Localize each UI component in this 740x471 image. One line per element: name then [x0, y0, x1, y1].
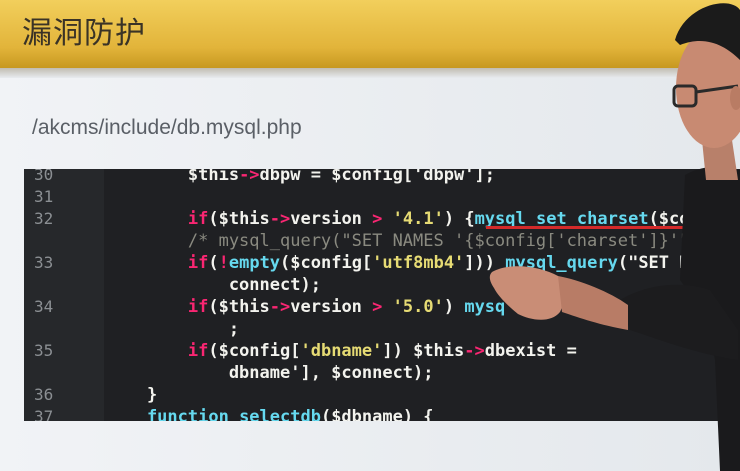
- code-line: 33 if(!empty($config['utf8mb4'])) mysql_…: [24, 253, 740, 275]
- code-token: ->: [269, 209, 291, 229]
- code-text: $this->dbpw = $config['dbpw'];: [106, 169, 495, 185]
- code-token: ]) $this: [382, 341, 465, 361]
- code-token: function: [106, 407, 240, 421]
- code-line: ;: [24, 319, 740, 341]
- code-token: connect);: [106, 275, 321, 295]
- code-line: 30 $this->dbpw = $config['dbpw'];: [24, 169, 740, 187]
- code-token: >: [372, 297, 383, 317]
- code-token: dbpw = $config['dbpw'];: [259, 169, 495, 185]
- line-number: 36: [34, 385, 54, 404]
- code-token: ->: [239, 169, 260, 185]
- code-text: }: [106, 385, 157, 405]
- code-text: function selectdb($dbname) {: [106, 407, 434, 421]
- line-number: 34: [34, 297, 54, 316]
- code-token: version: [290, 209, 373, 229]
- code-token: ])): [464, 253, 506, 273]
- code-line: dbname'], $connect);: [24, 363, 740, 385]
- code-token: ): [443, 297, 465, 317]
- code-token: selectdb: [239, 407, 321, 421]
- line-number: 35: [34, 341, 54, 360]
- code-token: $this: [106, 169, 240, 185]
- code-token: mysq: [464, 297, 506, 317]
- code-token: /* mysql_query("SET NAMES '{$config['cha…: [106, 231, 710, 251]
- slide-header: 漏洞防护: [0, 0, 740, 68]
- code-token: if: [106, 253, 209, 273]
- code-screenshot: 30 $this->dbpw = $config['dbpw']; 31 32 if…: [24, 169, 740, 421]
- slide-title: 漏洞防护: [22, 16, 146, 51]
- code-token: empty: [228, 253, 281, 273]
- line-number: 31: [34, 187, 54, 206]
- code-token: if: [106, 341, 209, 361]
- line-number: 32: [34, 209, 54, 228]
- code-token: ($config[: [280, 253, 373, 273]
- code-token: '5.0': [392, 297, 444, 317]
- code-token: !: [218, 253, 229, 273]
- code-token: 'utf8mb4': [372, 253, 465, 273]
- code-token: ($this: [208, 209, 270, 229]
- code-text: ;: [106, 319, 239, 339]
- code-line: /* mysql_query("SET NAMES '{$config['cha…: [24, 231, 740, 253]
- code-line: 37 function selectdb($dbname) {: [24, 407, 740, 421]
- code-token: ;: [106, 319, 240, 339]
- code-token: 'dbname': [300, 341, 383, 361]
- code-line: 36 }: [24, 385, 740, 407]
- code-token: ->: [269, 297, 291, 317]
- code-token: }: [106, 385, 158, 405]
- code-text: /* mysql_query("SET NAMES '{$config['cha…: [106, 231, 710, 251]
- highlight-underline: [486, 226, 740, 229]
- code-token: if: [106, 209, 209, 229]
- code-line: 35 if($config['dbname']) $this->dbexist …: [24, 341, 740, 363]
- code-token: ($dbname) {: [320, 407, 434, 421]
- code-token: dbname'], $connect);: [106, 363, 434, 383]
- code-token: ) {: [443, 209, 475, 229]
- code-token: ("SET NAM: [617, 253, 710, 273]
- code-text: connect);: [106, 275, 321, 295]
- code-text: if($this->version > '5.0') mysq: [106, 297, 505, 317]
- code-token: >: [372, 209, 383, 229]
- code-token: mysql_query: [505, 253, 618, 273]
- code-token: version: [290, 297, 373, 317]
- code-line: connect);: [24, 275, 740, 297]
- code-token: ->: [464, 341, 485, 361]
- line-number: 37: [34, 407, 54, 421]
- line-number: 33: [34, 253, 54, 272]
- code-token: (: [208, 253, 219, 273]
- code-text: if($config['dbname']) $this->dbexist =: [106, 341, 587, 361]
- file-path-label: /akcms/include/db.mysql.php: [32, 116, 302, 139]
- code-line: 34 if($this->version > '5.0') mysq: [24, 297, 740, 319]
- code-token: '4.1': [392, 209, 444, 229]
- code-token: ($config[: [208, 341, 301, 361]
- code-line: 31: [24, 187, 740, 209]
- code-text: dbname'], $connect);: [106, 363, 434, 383]
- code-token: ($this: [208, 297, 270, 317]
- code-token: dbexist =: [484, 341, 588, 361]
- line-number: 30: [34, 169, 54, 184]
- header-divider: [0, 68, 740, 78]
- code-text: if(!empty($config['utf8mb4'])) mysql_que…: [106, 253, 710, 273]
- code-token: if: [106, 297, 209, 317]
